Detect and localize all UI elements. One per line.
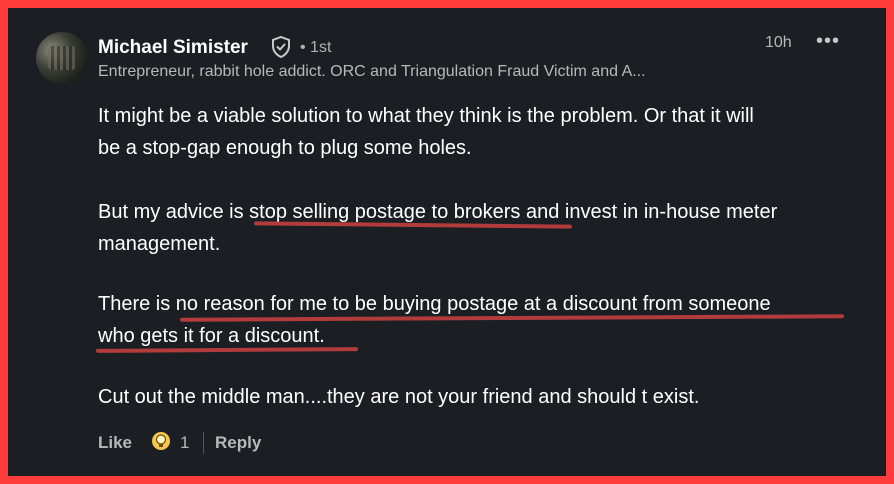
comment-paragraph-1: It might be a viable solution to what th… [98, 100, 754, 164]
comment-text-line: be a stop-gap enough to plug some holes. [98, 137, 472, 159]
insightful-bulb-icon[interactable] [150, 430, 172, 452]
comment-paragraph-4: Cut out the middle man....they are not y… [98, 381, 699, 413]
connection-degree: • 1st [300, 39, 332, 56]
more-options-icon[interactable]: ••• [816, 30, 840, 53]
action-divider [203, 432, 204, 454]
comment-text-line: management. [98, 233, 221, 255]
reply-button[interactable]: Reply [215, 433, 261, 453]
comment-card: Michael Simister • 1st Entrepreneur, rab… [8, 8, 886, 476]
annotation-underline [95, 347, 359, 353]
comment-text-line: Cut out the middle man....they are not y… [98, 386, 700, 408]
verified-shield-icon [272, 35, 290, 59]
timestamp: 10h [765, 34, 792, 51]
comment-text-line: It might be a viable solution to what th… [98, 105, 754, 127]
comment-text-line: who gets it for a discount. [98, 325, 325, 347]
avatar[interactable] [36, 32, 88, 84]
reaction-count[interactable]: 1 [180, 433, 189, 453]
author-headline: Entrepreneur, rabbit hole addict. ORC an… [98, 63, 646, 80]
comment-paragraph-2: But my advice is stop selling postage to… [98, 196, 777, 260]
like-button[interactable]: Like [98, 433, 132, 453]
author-name[interactable]: Michael Simister [98, 37, 248, 59]
